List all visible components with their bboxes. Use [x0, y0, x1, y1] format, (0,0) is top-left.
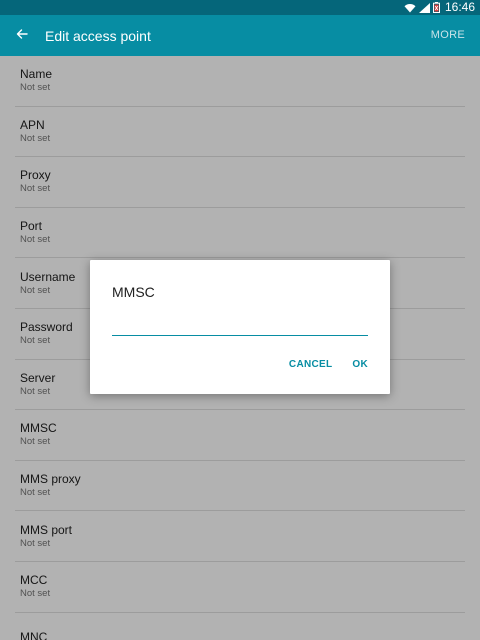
- more-button[interactable]: MORE: [431, 15, 465, 56]
- signal-icon: [418, 2, 430, 13]
- back-button[interactable]: [0, 15, 44, 56]
- app-bar: Edit access point MORE: [0, 15, 480, 56]
- battery-low-icon: [432, 2, 440, 13]
- status-bar: 16:46: [0, 0, 480, 15]
- mmsc-input[interactable]: [112, 320, 368, 336]
- dialog-actions: CANCEL OK: [289, 359, 368, 370]
- wifi-icon: [404, 3, 416, 13]
- page-title: Edit access point: [45, 27, 151, 44]
- dialog-title: MMSC: [112, 284, 155, 300]
- cancel-button[interactable]: CANCEL: [289, 359, 332, 370]
- clock: 16:46: [444, 0, 475, 14]
- arrow-left-icon: [16, 27, 28, 45]
- mmsc-dialog: MMSC CANCEL OK: [90, 260, 390, 394]
- ok-button[interactable]: OK: [352, 359, 368, 370]
